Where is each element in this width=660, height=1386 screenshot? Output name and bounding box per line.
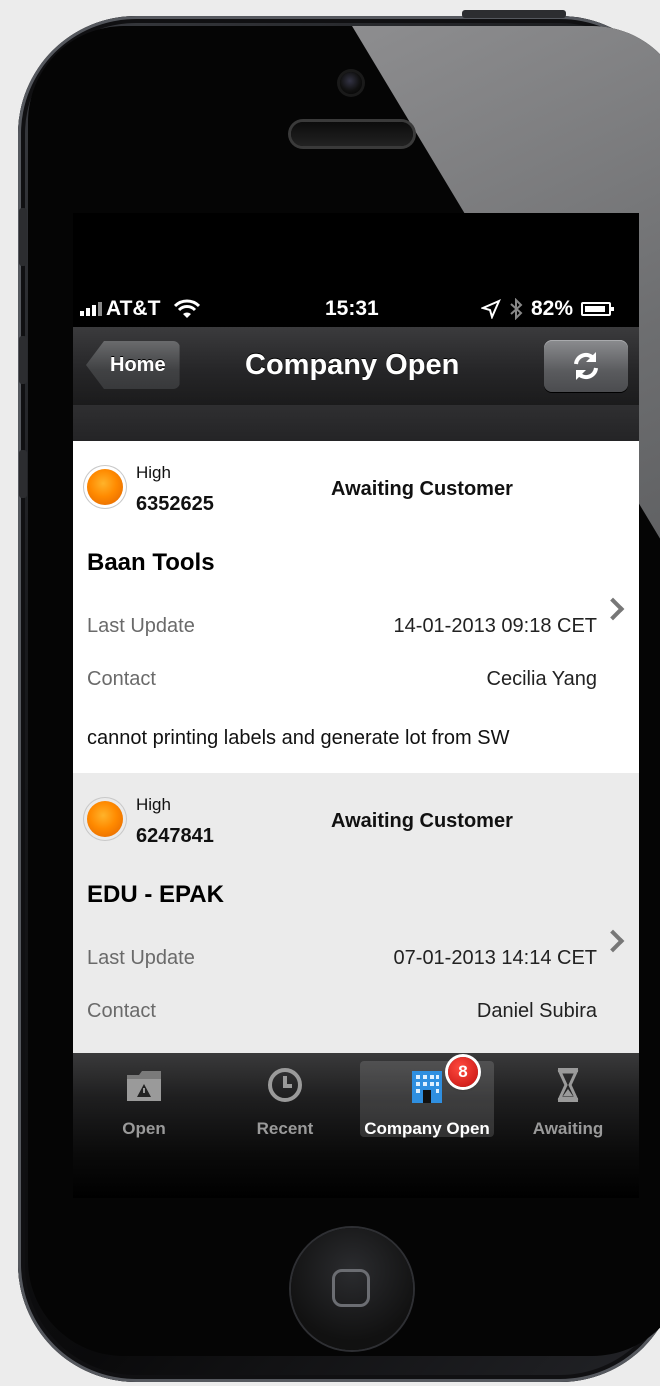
last-update-label: Last Update (87, 947, 195, 969)
ticket-priority: High (136, 463, 171, 482)
app-screen: AT&T 15:31 82% Home Company Open High 63… (73, 213, 639, 1198)
ticket-id: 6352625 (136, 493, 214, 515)
folder-warning-icon (127, 1071, 161, 1101)
tab-awaiting[interactable]: Awaiting (501, 1061, 635, 1138)
ticket-status: Awaiting Customer (331, 478, 513, 500)
status-time: 15:31 (325, 297, 379, 320)
signal-icon (80, 302, 102, 316)
priority-high-icon (87, 469, 123, 505)
contact-label: Contact (87, 1000, 156, 1022)
tab-label: Company Open (364, 1119, 490, 1138)
building-icon (412, 1071, 442, 1103)
ticket-company: EDU - EPAK (87, 881, 224, 908)
ticket-row[interactable]: High 6247841 Awaiting Customer EDU - EPA… (73, 773, 639, 1053)
navigation-bar: Home Company Open (73, 327, 639, 406)
home-button[interactable] (291, 1228, 413, 1350)
volume-up-button (19, 336, 27, 384)
tab-label: Awaiting (532, 1119, 604, 1138)
carrier-name: AT&T (106, 297, 161, 320)
ticket-description: cannot printing labels and generate lot … (87, 727, 510, 749)
ticket-company: Baan Tools (87, 549, 215, 576)
location-icon (481, 299, 501, 319)
page-title: Company Open (245, 349, 460, 381)
chevron-right-icon (601, 597, 625, 621)
wifi-icon (174, 299, 201, 318)
hourglass-icon (557, 1068, 579, 1102)
chevron-right-icon (601, 929, 625, 953)
carrier-group: AT&T (80, 297, 201, 321)
ticket-priority: High (136, 795, 171, 814)
ticket-id: 6247841 (136, 825, 214, 847)
tab-company-open[interactable]: 8 Company Open (360, 1057, 494, 1138)
unread-count-badge: 8 (448, 1057, 478, 1087)
refresh-icon (574, 352, 598, 380)
battery-percent: 82% (531, 297, 574, 320)
last-update-label: Last Update (87, 615, 195, 637)
earpiece-speaker (291, 122, 413, 146)
volume-down-button (19, 450, 27, 498)
home-back-button[interactable]: Home (86, 341, 180, 389)
ticket-row[interactable]: High 6352625 Awaiting Customer Baan Tool… (73, 441, 639, 774)
status-bar: AT&T 15:31 82% (73, 295, 639, 327)
ticket-status: Awaiting Customer (331, 810, 513, 832)
priority-high-icon (87, 801, 123, 837)
tab-bar: Open Recent 8 Company Open Awaiting (73, 1053, 639, 1198)
tab-recent[interactable]: Recent (218, 1061, 352, 1138)
front-camera (340, 72, 362, 94)
bluetooth-icon (510, 298, 523, 320)
contact-value: Daniel Subira (476, 1000, 597, 1022)
status-right-group: 82% (481, 297, 615, 321)
mute-switch (19, 208, 27, 266)
last-update-value: 14-01-2013 09:18 CET (393, 615, 597, 637)
contact-value: Cecilia Yang (486, 668, 597, 690)
section-header-bar (73, 405, 639, 441)
home-square-icon (332, 1269, 370, 1307)
tab-open[interactable]: Open (77, 1061, 211, 1138)
tab-label: Open (122, 1119, 166, 1138)
clock-icon (268, 1068, 302, 1102)
tab-label: Recent (256, 1119, 314, 1138)
last-update-value: 07-01-2013 14:14 CET (393, 947, 597, 969)
contact-label: Contact (87, 668, 156, 690)
power-button (462, 10, 566, 18)
refresh-button[interactable] (544, 340, 628, 392)
battery-icon (581, 302, 615, 316)
